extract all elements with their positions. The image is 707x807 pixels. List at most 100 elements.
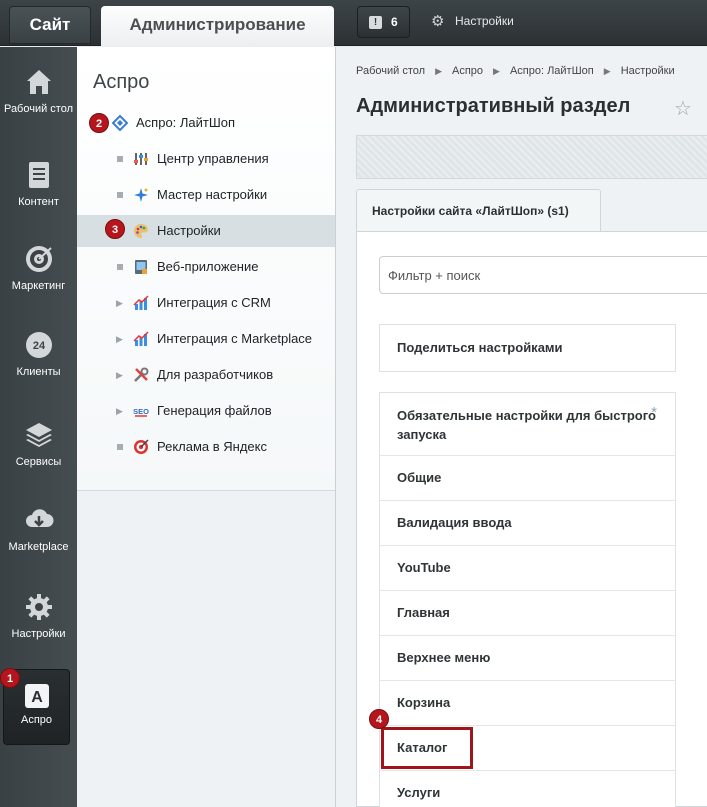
bullet-icon: [117, 192, 123, 198]
step-marker: 3: [105, 219, 125, 239]
menu-item-aspro-lightshop[interactable]: Аспро: ЛайтШоп: [77, 107, 335, 139]
bullet-icon: [117, 264, 123, 270]
bullet-icon: [117, 444, 123, 450]
svg-text:A: A: [31, 689, 43, 706]
menu-item-label: Интеграция с CRM: [157, 295, 271, 310]
step-marker: 4: [369, 709, 389, 729]
sidebar-item-content[interactable]: Контент: [0, 160, 77, 208]
sidebar-item-settings[interactable]: Настройки: [0, 592, 77, 640]
svg-text:24: 24: [32, 340, 45, 352]
section-label: Услуги: [397, 785, 441, 800]
section-label: Обязательные настройки для быстрого запу…: [397, 408, 656, 442]
breadcrumb-item[interactable]: Настройки: [621, 65, 675, 77]
menu-item-file-generation[interactable]: ▶ SEO Генерация файлов: [77, 395, 335, 427]
section-label: YouTube: [397, 560, 451, 575]
menu-title: Аспро: [93, 71, 150, 93]
menu-item-control-center[interactable]: Центр управления: [77, 143, 335, 175]
menu-item-yandex-ads[interactable]: Реклама в Яндекс: [77, 431, 335, 463]
chart-icon: [133, 295, 149, 311]
menu-item-crm-integration[interactable]: ▶ Интеграция с CRM: [77, 287, 335, 319]
filter-search-input[interactable]: [379, 256, 707, 294]
breadcrumb: Рабочий стол ▶ Аспро ▶ Аспро: ЛайтШоп ▶ Настро…: [356, 65, 675, 77]
sidebar-item-marketplace[interactable]: Marketplace: [0, 505, 77, 553]
highlight-box: [381, 727, 473, 769]
sidebar-item-desktop[interactable]: Рабочий стол: [0, 67, 77, 115]
menu-item-label: Для разработчиков: [157, 367, 274, 382]
top-settings-link[interactable]: ⚙ Настройки: [431, 12, 514, 30]
section-general[interactable]: Общие: [380, 456, 675, 501]
document-icon: [28, 162, 49, 188]
bullet-icon: [117, 156, 123, 162]
tab-site-settings[interactable]: Настройки сайта «ЛайтШоп» (s1): [356, 189, 601, 231]
sidebar-item-label: Сервисы: [15, 456, 62, 468]
menu-item-setup-wizard[interactable]: Мастер настройки: [77, 179, 335, 211]
section-input-validation[interactable]: Валидация ввода: [380, 501, 675, 546]
sidebar-item-services[interactable]: Сервисы: [0, 420, 77, 468]
expand-arrow-icon[interactable]: ▶: [116, 323, 123, 355]
section-label: Общие: [397, 470, 442, 485]
settings-sections-list: Обязательные настройки для быстрого запу…: [379, 392, 676, 807]
chart-icon: [133, 331, 149, 347]
gear-icon: [25, 594, 52, 620]
sidebar-item-label: Рабочий стол: [3, 103, 74, 115]
menu-item-label: Веб-приложение: [157, 259, 259, 274]
wizard-sparkle-icon: [133, 187, 149, 203]
required-asterisk: *: [651, 404, 657, 421]
share-settings-button[interactable]: Поделиться настройками: [379, 324, 676, 372]
menu-item-developers[interactable]: ▶ Для разработчиков: [77, 359, 335, 391]
expand-arrow-icon[interactable]: ▶: [116, 287, 123, 319]
sidebar-item-label: Настройки: [11, 628, 66, 640]
section-catalog[interactable]: Каталог: [380, 726, 675, 771]
section-top-menu[interactable]: Верхнее меню: [380, 636, 675, 681]
expand-arrow-icon[interactable]: ▶: [116, 359, 123, 391]
menu-item-marketplace-integration[interactable]: ▶ Интеграция с Marketplace: [77, 323, 335, 355]
target-ad-icon: [133, 439, 149, 455]
menu-item-label: Аспро: ЛайтШоп: [136, 115, 236, 130]
page-title: Административный раздел: [356, 95, 631, 117]
sidebar-item-marketing[interactable]: Маркетинг: [0, 244, 77, 292]
section-youtube[interactable]: YouTube: [380, 546, 675, 591]
top-bar: Сайт Администрирование ! 6 ⚙ Настройки: [0, 0, 707, 47]
menu-item-web-app[interactable]: Веб-приложение: [77, 251, 335, 283]
sidebar-item-label: Аспро: [20, 714, 53, 726]
gear-icon: ⚙: [431, 13, 445, 30]
toolbar-strip: [356, 135, 707, 179]
sidebar-item-clients[interactable]: 24 Клиенты: [0, 330, 77, 378]
section-label: Корзина: [397, 695, 451, 710]
section-services[interactable]: Услуги: [380, 771, 675, 807]
cloud-download-icon: [25, 509, 53, 527]
breadcrumb-arrow-icon: ▶: [603, 66, 611, 76]
sidebar-item-label: Маркетинг: [11, 280, 66, 292]
site-tab[interactable]: Сайт: [9, 6, 91, 44]
menu-item-label: Центр управления: [157, 151, 269, 166]
breadcrumb-arrow-icon: ▶: [493, 66, 500, 76]
expand-arrow-icon[interactable]: ▶: [116, 395, 123, 427]
notification-icon: !: [369, 16, 382, 29]
section-label: Главная: [397, 605, 450, 620]
breadcrumb-item[interactable]: Рабочий стол: [356, 65, 425, 77]
menu-item-label: Настройки: [157, 223, 221, 238]
breadcrumb-item[interactable]: Аспро: [452, 65, 483, 77]
notifications-button[interactable]: ! 6: [357, 6, 410, 38]
section-cart[interactable]: Корзина: [380, 681, 675, 726]
main-content: Рабочий стол ▶ Аспро ▶ Аспро: ЛайтШоп ▶ Настро…: [336, 47, 707, 807]
section-menu: Аспро Аспро: ЛайтШоп Центр управления Ма…: [77, 47, 336, 807]
section-main[interactable]: Главная: [380, 591, 675, 636]
top-settings-label: Настройки: [455, 14, 514, 28]
step-marker: 1: [0, 668, 20, 688]
breadcrumb-arrow-icon: ▶: [435, 66, 442, 76]
favorite-star-icon[interactable]: ☆: [674, 96, 692, 121]
menu-item-label: Мастер настройки: [157, 187, 268, 202]
tools-icon: [133, 367, 149, 383]
sidebar-item-label: Клиенты: [16, 366, 61, 378]
layers-icon: [25, 423, 52, 447]
svg-text:SEO: SEO: [133, 407, 149, 416]
sidebar-item-label: Контент: [18, 196, 59, 208]
menu-item-label: Интеграция с Marketplace: [157, 331, 313, 346]
administration-tab[interactable]: Администрирование: [101, 6, 334, 47]
menu-item-label: Генерация файлов: [157, 403, 272, 418]
section-required-settings[interactable]: Обязательные настройки для быстрого запу…: [380, 393, 675, 456]
notifications-count: 6: [391, 15, 398, 29]
breadcrumb-item[interactable]: Аспро: ЛайтШоп: [510, 65, 594, 77]
home-icon: [26, 70, 51, 94]
